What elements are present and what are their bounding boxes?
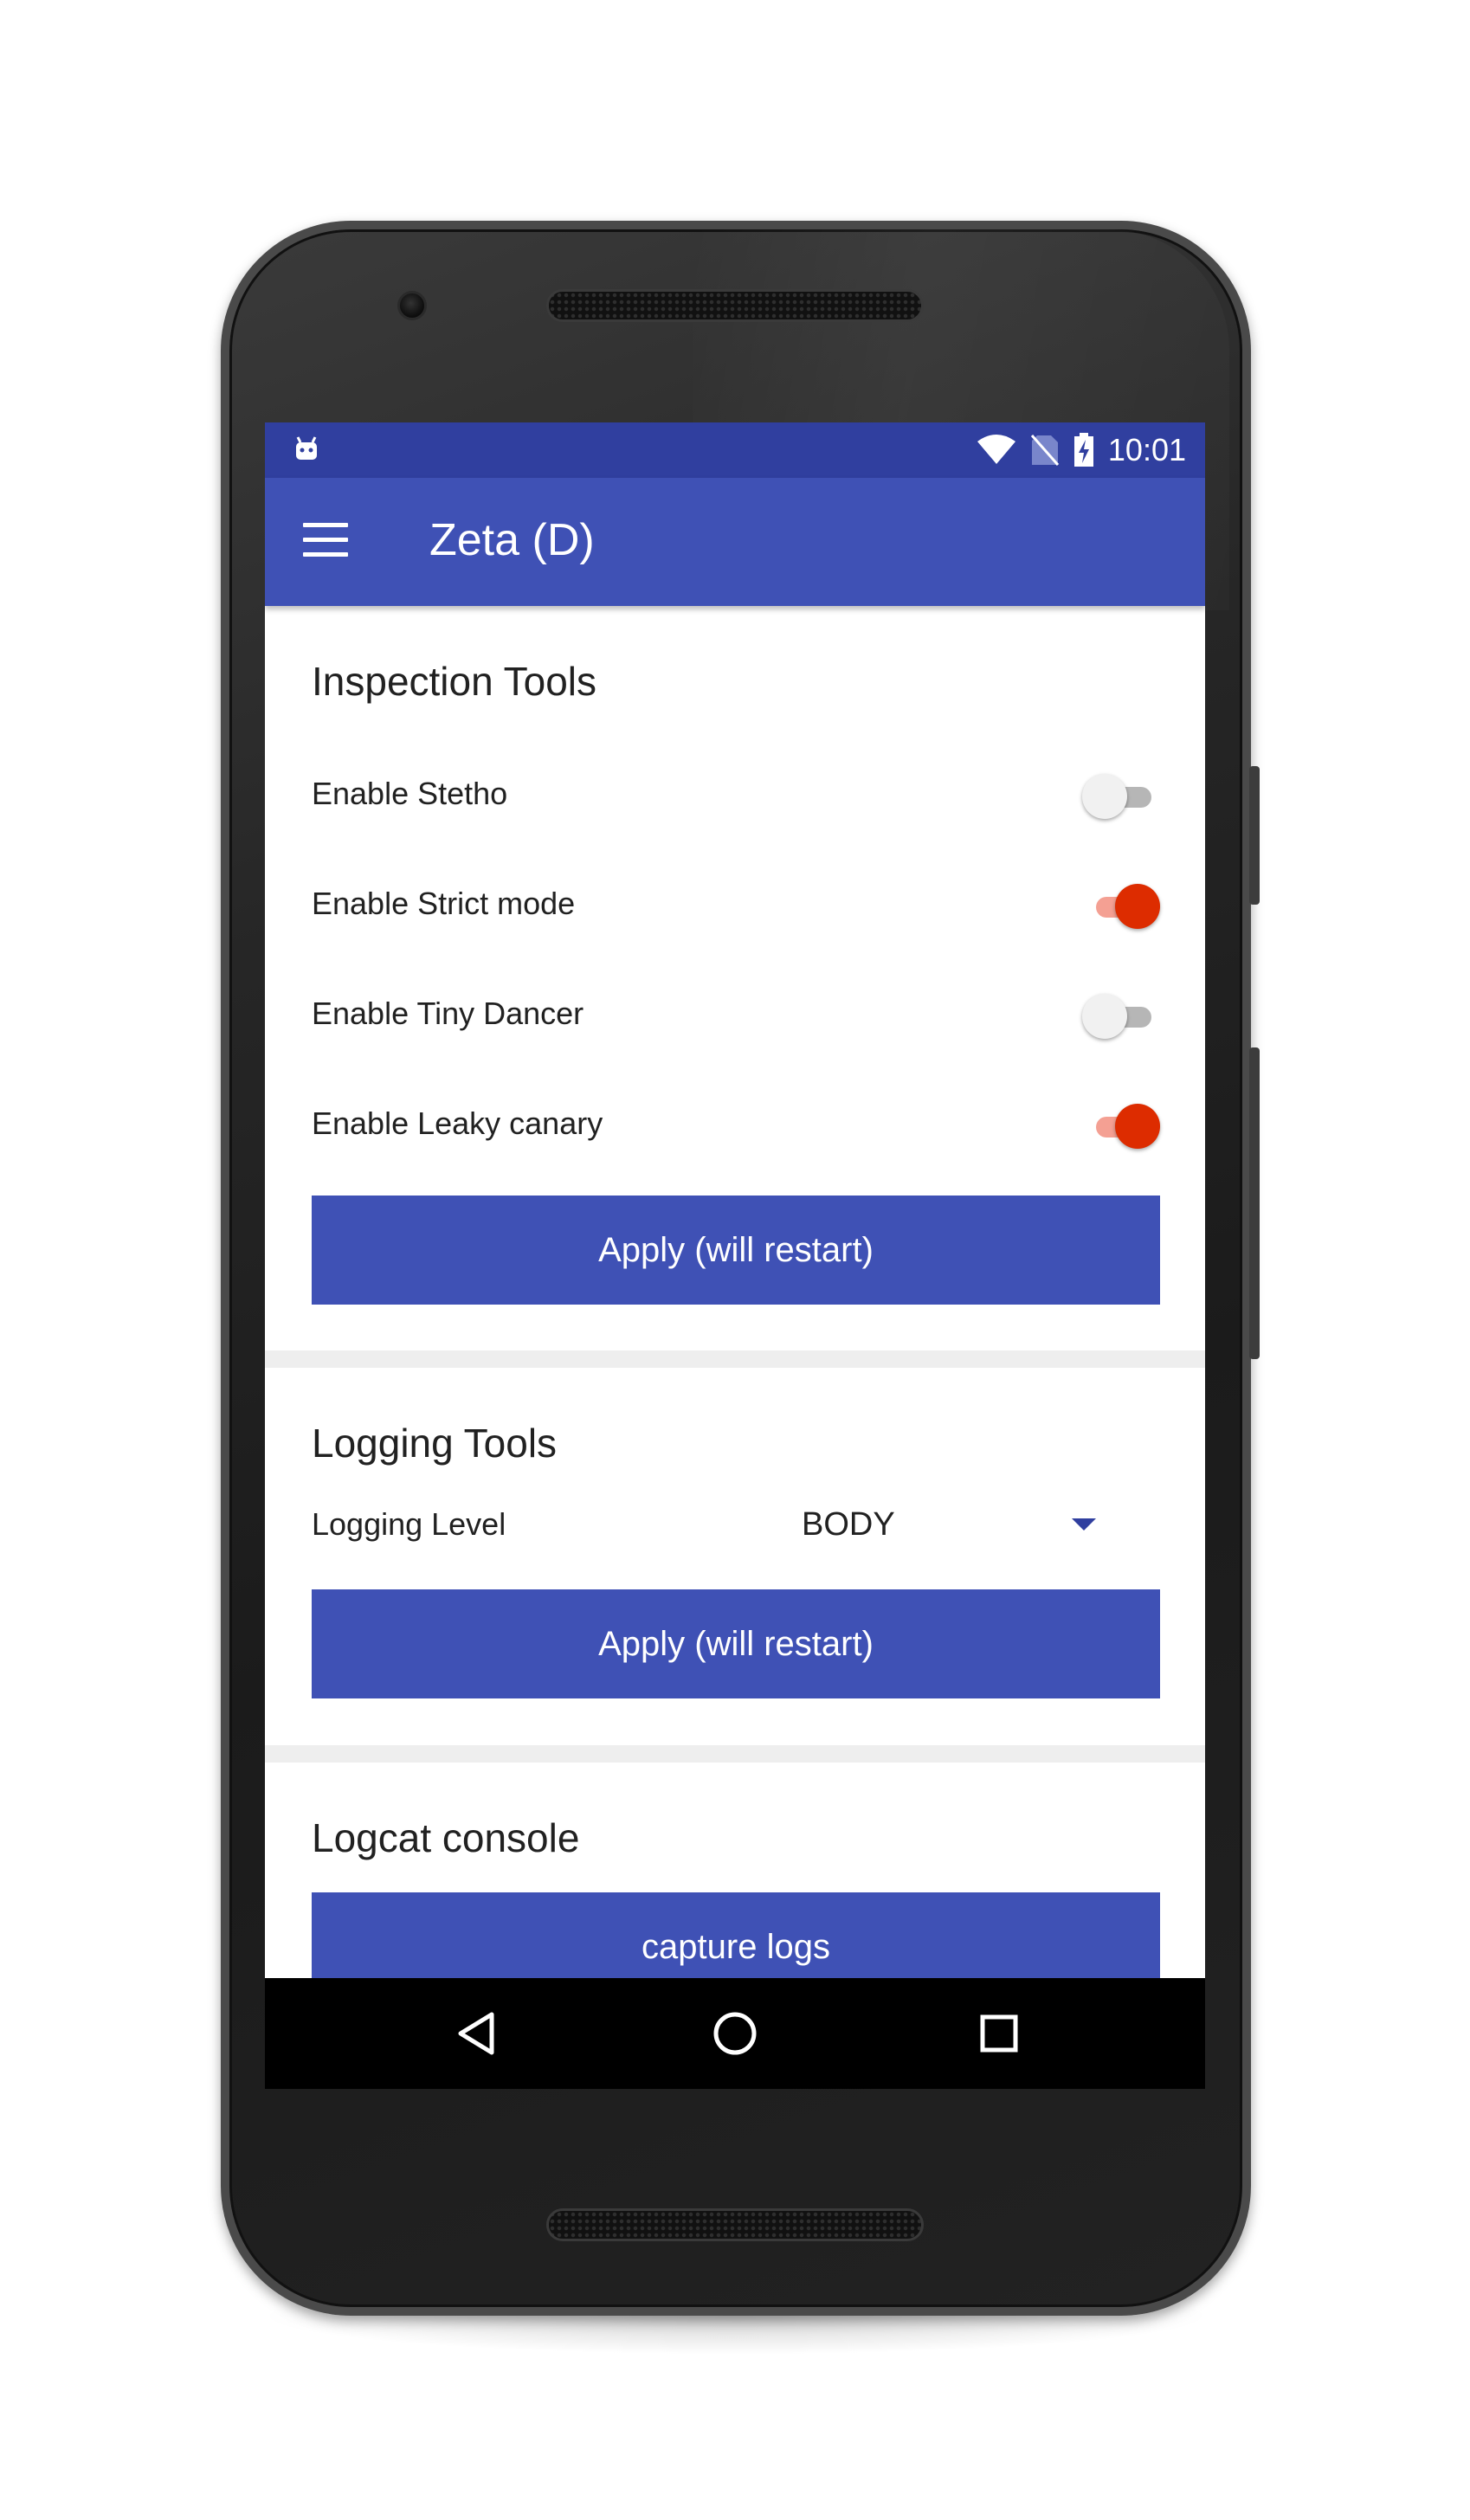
- app-title: Zeta (D): [429, 515, 595, 565]
- inspection-tools-card: Inspection Tools Enable Stetho Enable St…: [265, 606, 1205, 1350]
- inspection-tools-title: Inspection Tools: [312, 659, 597, 704]
- toggle-row-tiny-dancer: Enable Tiny Dancer: [312, 978, 1160, 1047]
- toggle-label: Enable Strict mode: [312, 886, 576, 921]
- toggle-label: Enable Stetho: [312, 776, 508, 811]
- recents-icon[interactable]: [973, 2008, 1025, 2059]
- toggle-label: Enable Tiny Dancer: [312, 996, 584, 1031]
- back-icon[interactable]: [450, 2008, 502, 2059]
- top-speaker: [546, 289, 924, 322]
- content-scroll[interactable]: Inspection Tools Enable Stetho Enable St…: [265, 606, 1205, 1978]
- capture-logs-button[interactable]: capture logs: [312, 1892, 1160, 1978]
- logcat-console-title: Logcat console: [312, 1815, 580, 1860]
- logging-tools-title: Logging Tools: [312, 1421, 558, 1466]
- home-icon[interactable]: [709, 2008, 761, 2059]
- logging-level-dropdown[interactable]: BODY: [802, 1489, 1131, 1558]
- tiny-dancer-switch[interactable]: [1082, 992, 1160, 1039]
- front-camera: [397, 291, 427, 320]
- logging-level-label: Logging Level: [312, 1506, 506, 1542]
- toggle-label: Enable Leaky canary: [312, 1105, 603, 1141]
- inspection-apply-button[interactable]: Apply (will restart): [312, 1196, 1160, 1305]
- dropdown-arrow-icon: [1072, 1518, 1096, 1531]
- wifi-icon: [977, 435, 1015, 464]
- hamburger-menu-icon[interactable]: [303, 523, 348, 561]
- strict-mode-switch[interactable]: [1082, 882, 1160, 929]
- status-icons: 10:01: [977, 431, 1186, 469]
- logging-level-value: BODY: [802, 1506, 895, 1543]
- no-sim-icon: [1030, 435, 1060, 466]
- stetho-switch[interactable]: [1082, 772, 1160, 819]
- logcat-console-card: Logcat console capture logs: [265, 1763, 1205, 1978]
- status-bar: 10:01: [265, 422, 1205, 478]
- navigation-bar: [265, 1978, 1205, 2089]
- leaky-canary-switch[interactable]: [1082, 1102, 1160, 1149]
- logging-tools-card: Logging Tools Logging Level BODY Apply (…: [265, 1368, 1205, 1745]
- screen: 10:01 Zeta (D) Inspection Tools Enable S…: [265, 422, 1205, 2089]
- app-bar: Zeta (D): [265, 478, 1205, 606]
- status-time: 10:01: [1107, 432, 1186, 467]
- toggle-row-leaky-canary: Enable Leaky canary: [312, 1088, 1160, 1157]
- power-button: [1249, 766, 1260, 905]
- android-debug-icon: [296, 436, 317, 460]
- toggle-row-stetho: Enable Stetho: [312, 758, 1160, 828]
- battery-charging-icon: [1073, 433, 1093, 467]
- volume-button: [1249, 1047, 1260, 1359]
- bottom-speaker: [546, 2208, 924, 2241]
- toggle-row-strict-mode: Enable Strict mode: [312, 868, 1160, 938]
- logging-apply-button[interactable]: Apply (will restart): [312, 1589, 1160, 1698]
